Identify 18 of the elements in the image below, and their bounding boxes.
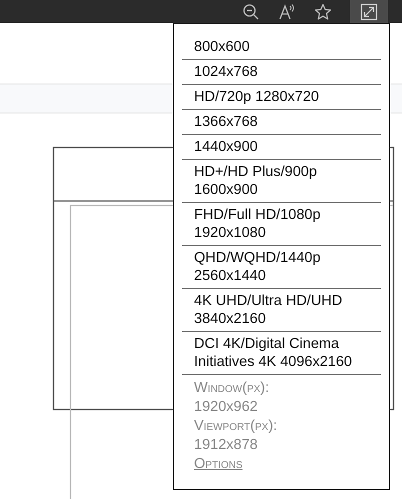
read-aloud-icon[interactable] [278, 2, 296, 20]
size-value: 1920x962 [194, 398, 259, 417]
info-label: Window(px): [194, 379, 270, 398]
resolution-option[interactable]: QHD/WQHD/1440p 2560x1440 [182, 246, 381, 289]
star-icon[interactable] [314, 2, 332, 20]
resolution-option[interactable]: FHD/Full HD/1080p 1920x1080 [182, 203, 381, 246]
zoom-out-icon[interactable] [242, 2, 260, 20]
resolution-option[interactable]: 1366x768 [182, 110, 381, 135]
resolution-option[interactable]: HD+/HD Plus/900p 1600x900 [182, 160, 381, 203]
resolution-option[interactable]: 800x600 [182, 32, 381, 60]
resolution-option[interactable]: 1024x768 [182, 60, 381, 85]
resolution-option[interactable]: DCI 4K/Digital Cinema Initiatives 4K 4096x2160 [182, 332, 381, 375]
size-value: 1912x878 [194, 436, 259, 455]
info-label: Viewport(px): [194, 417, 278, 436]
resolution-option[interactable]: 4K UHD/Ultra HD/UHD 3840x2160 [182, 289, 381, 332]
resolution-option[interactable]: 1440x900 [182, 135, 381, 160]
resize-button[interactable] [350, 0, 388, 23]
expand-icon [360, 2, 378, 20]
